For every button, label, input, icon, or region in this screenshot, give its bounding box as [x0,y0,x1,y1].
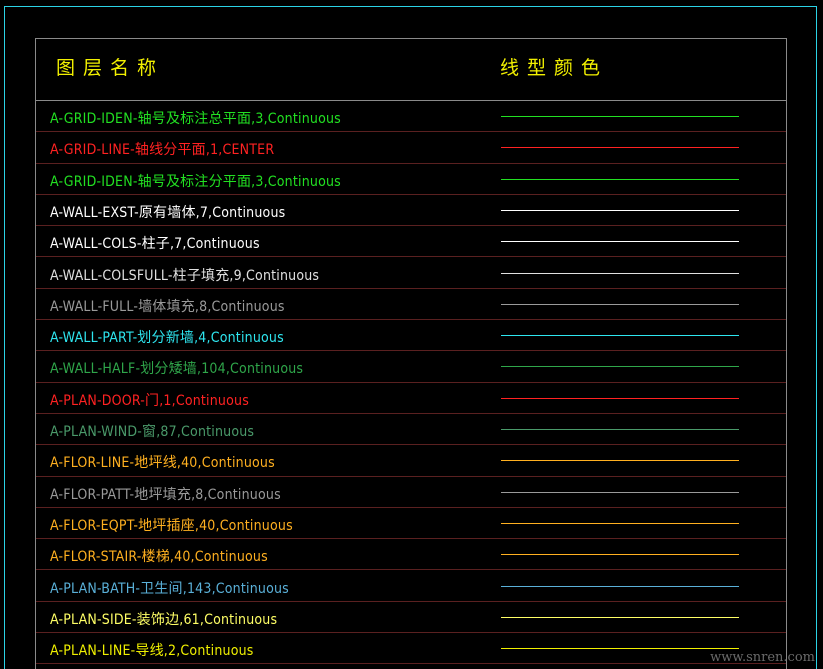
layer-label: A-WALL-HALF-划分矮墙,104,Continuous [50,361,304,378]
linetype-swatch [501,178,739,180]
header-layer-name: 图层名称 [56,57,165,79]
layer-label: A-PLAN-LINE-导线,2,Continuous [50,643,254,660]
table-row: A-PLAN-SIDE-装饰边,61,Continuous [36,602,786,634]
table-row: A-PLAN-WIND-窗,87,Continuous [36,414,786,446]
layer-label: A-FLOR-EQPT-地坪插座,40,Continuous [50,517,293,534]
table-row: A-WALL-HALF-划分矮墙,104,Continuous [36,351,786,383]
layer-label: A-WALL-FULL-墙体填充,8,Continuous [50,298,285,315]
table-row: A-FLOR-PATT-地坪填充,8,Continuous [36,477,786,508]
linetype-swatch [501,241,739,243]
table-row: A-WALL-COLSFULL-柱子填充,9,Continuous [36,258,786,289]
layer-label: A-FLOR-STAIR-楼梯,40,Continuous [50,549,268,566]
table-row: A-FLOR-STAIR-楼梯,40,Continuous [36,539,786,571]
linetype-swatch [501,147,739,149]
linetype-swatch [501,303,739,305]
table-row: A-WALL-COLS-柱子,7,Continuous [36,226,786,258]
layer-label: A-PLAN-BATH-卫生间,143,Continuous [50,580,289,597]
linetype-swatch [501,460,739,462]
linetype-swatch [501,209,739,211]
table-header: 图层名称 线型颜色 [36,39,786,101]
table-row: A-WALL-PART-划分新墙,4,Continuous [36,320,786,352]
watermark: www.snren.com [710,650,815,665]
layer-label: A-FLOR-LINE-地坪线,40,Continuous [50,455,275,472]
linetype-swatch [501,648,739,650]
linetype-swatch [501,585,739,587]
table-row: A-WALL-FULL-墙体填充,8,Continuous [36,289,786,321]
layer-label: A-WALL-EXST-原有墙体,7,Continuous [50,204,286,221]
linetype-swatch [501,616,739,618]
table-row: A-PLAN-BATH-卫生间,143,Continuous [36,571,786,602]
linetype-swatch [501,272,739,274]
layer-table: 图层名称 线型颜色 A-GRID-IDEN-轴号及标注总平面,3,Continu… [35,38,787,669]
table-row: A-PLAN-LINE-导线,2,Continuous [36,633,786,665]
table-row: A-GRID-LINE-轴线分平面,1,CENTER [36,132,786,164]
linetype-swatch [501,429,739,430]
layer-label: A-GRID-IDEN-轴号及标注总平面,3,Continuous [50,111,341,127]
layer-label: A-FLOR-PATT-地坪填充,8,Continuous [50,486,281,503]
table-row: A-PLAN-DOOR-门,1,Continuous [36,383,786,414]
layer-label: A-PLAN-SIDE-装饰边,61,Continuous [50,611,278,628]
layer-label: A-PLAN-WIND-窗,87,Continuous [50,424,255,440]
table-row: A-GRID-IDEN-轴号及标注分平面,3,Continuous [36,164,786,195]
table-row: A-WALL-EXST-原有墙体,7,Continuous [36,195,786,227]
layer-label: A-GRID-IDEN-轴号及标注分平面,3,Continuous [50,173,341,190]
linetype-swatch [501,554,739,556]
layer-label: A-PLAN-DOOR-门,1,Continuous [50,392,249,409]
header-line-color: 线型颜色 [500,57,609,79]
layer-label: A-WALL-COLS-柱子,7,Continuous [50,236,260,253]
layer-label: A-GRID-LINE-轴线分平面,1,CENTER [50,142,275,159]
linetype-swatch [501,335,739,337]
layer-label: A-WALL-COLSFULL-柱子填充,9,Continuous [50,267,320,284]
linetype-swatch [501,366,739,368]
linetype-swatch [501,397,739,399]
linetype-swatch [501,116,739,117]
table-row: A-GRID-IDEN-轴号及标注总平面,3,Continuous [36,101,786,133]
linetype-swatch [501,522,739,524]
layer-label: A-WALL-PART-划分新墙,4,Continuous [50,330,284,347]
table-row: A-FLOR-LINE-地坪线,40,Continuous [36,445,786,477]
table-row: A-FLOR-EQPT-地坪插座,40,Continuous [36,508,786,540]
linetype-swatch [501,491,739,493]
